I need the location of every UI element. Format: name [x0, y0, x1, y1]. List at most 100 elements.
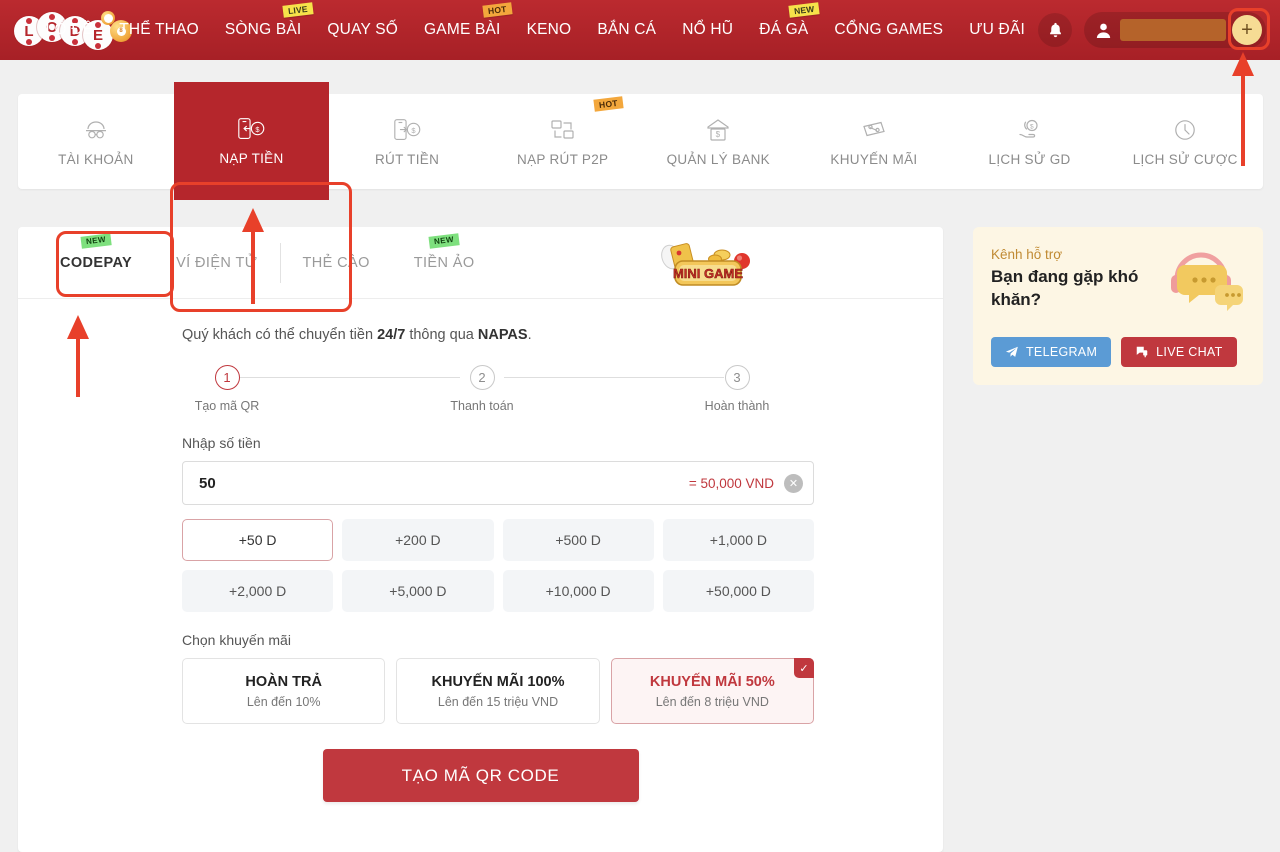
nav-label: ƯU ĐÃI	[969, 21, 1025, 38]
generate-qr-button[interactable]: TẠO MÃ QR CODE	[322, 749, 639, 802]
svg-text:$: $	[256, 125, 261, 134]
quick-amount-button[interactable]: +500 D	[502, 519, 654, 561]
nav-label: NỔ HŨ	[682, 21, 734, 38]
nav-item-no-hu[interactable]: NỔ HŨ	[669, 0, 746, 60]
livechat-icon	[1136, 346, 1148, 358]
nav-item-da-ga[interactable]: NEW ĐÁ GÀ	[746, 0, 821, 60]
nav-item-the-thao[interactable]: THỂ THAO	[106, 0, 212, 60]
telegram-label: TELEGRAM	[1026, 345, 1098, 359]
user-balance-pill[interactable]: +	[1084, 8, 1270, 50]
nav-label: ĐÁ GÀ	[759, 21, 809, 38]
tab-label: RÚT TIỀN	[374, 151, 440, 167]
promo-title: KHUYẾN MÃI 100%	[431, 673, 565, 690]
quick-amount-button[interactable]: +10,000 D	[502, 570, 654, 612]
bell-icon	[1049, 22, 1061, 38]
quick-amount-button[interactable]: +50 D	[182, 519, 334, 561]
deposit-method-tabs: NEW CODEPAY VÍ ĐIỆN TỬ THẺ CÀO NEW TIỀN …	[18, 227, 943, 299]
svg-text:$: $	[1030, 123, 1034, 130]
tab-lich-su-gd[interactable]: $ LỊCH SỬ GD	[952, 94, 1108, 189]
quick-amount-button[interactable]: +50,000 D	[662, 570, 814, 612]
step-3: 3 Hoàn thành	[692, 365, 782, 413]
promo-subtitle: Lên đến 10%	[246, 694, 321, 709]
clock-icon	[1173, 117, 1197, 143]
deposit-phone-icon: $	[236, 116, 266, 142]
napas-note-provider: NAPAS	[477, 327, 528, 343]
svg-text:$: $	[411, 125, 416, 134]
tab-rut-tien[interactable]: $ RÚT TIỀN	[329, 94, 485, 189]
tab-khuyen-mai[interactable]: KHUYẾN MÃI	[796, 94, 952, 189]
nav-item-keno[interactable]: KENO	[514, 0, 585, 60]
telegram-icon	[1005, 346, 1018, 357]
nav-item-quay-so[interactable]: QUAY SỐ	[314, 0, 411, 60]
quick-amount-button[interactable]: +200 D	[342, 519, 494, 561]
subtab-label: CODEPAY	[60, 254, 133, 271]
p2p-network-icon	[550, 117, 576, 143]
nav-label: THỂ THAO	[119, 21, 199, 38]
nav-item-uu-dai[interactable]: ƯU ĐÃI	[956, 0, 1038, 60]
amount-input-wrapper[interactable]: 50 = 50,000 VND ✕	[182, 461, 814, 505]
amount-input[interactable]: 50	[199, 475, 689, 492]
nav-label: BẮN CÁ	[597, 21, 657, 38]
step-connector-2	[504, 377, 724, 378]
promo-title: HOÀN TRẢ	[245, 673, 322, 690]
subtab-codepay[interactable]: NEW CODEPAY	[38, 227, 174, 299]
napas-note-suffix: .	[527, 327, 532, 343]
telegram-button[interactable]: TELEGRAM	[991, 337, 1112, 367]
tab-label: LỊCH SỬ GD	[988, 151, 1071, 167]
live-chat-button[interactable]: LIVE CHAT	[1121, 337, 1237, 367]
subtab-vi-dien-tu[interactable]: VÍ ĐIỆN TỬ	[154, 227, 279, 299]
napas-note: Quý khách có thể chuyển tiền 24/7 thông …	[182, 327, 943, 343]
subtab-label: VÍ ĐIỆN TỬ	[176, 254, 258, 271]
nav-item-song-bai[interactable]: LIVE SÒNG BÀI	[212, 0, 315, 60]
promo-option-100[interactable]: KHUYẾN MÃI 100% Lên đến 15 triệu VND	[396, 658, 600, 724]
subtab-the-cao[interactable]: THẺ CÀO	[281, 227, 392, 299]
main-menu: LÔ ĐỀ THỂ THAO LIVE SÒNG BÀI QUAY SỐ HOT…	[33, 0, 1038, 60]
nav-item-game-bai[interactable]: HOT GAME BÀI	[411, 0, 514, 60]
step-connector-1	[240, 377, 460, 378]
tab-label: LỊCH SỬ CƯỢC	[1132, 151, 1238, 167]
clear-amount-icon[interactable]: ✕	[784, 473, 803, 493]
promo-option-hoan-tra[interactable]: HOÀN TRẢ Lên đến 10%	[182, 658, 386, 724]
napas-note-prefix: Quý khách có thể chuyển tiền	[182, 327, 378, 343]
support-actions: TELEGRAM LIVE CHAT	[991, 337, 1237, 367]
step-2: 2 Thanh toán	[437, 365, 527, 413]
withdraw-phone-icon: $	[392, 117, 422, 143]
nav-label: CỔNG GAMES	[834, 21, 944, 38]
account-mask-icon	[83, 117, 109, 143]
nav-item-ban-ca[interactable]: BẮN CÁ	[584, 0, 669, 60]
quick-amount-button[interactable]: +1,000 D	[662, 519, 814, 561]
hot-badge: HOT	[593, 96, 624, 112]
nav-label: QUAY SỐ	[327, 21, 399, 38]
new-badge: NEW	[80, 232, 112, 248]
live-badge: LIVE	[282, 2, 314, 18]
add-funds-button[interactable]: +	[1232, 15, 1262, 45]
account-section-tabs: TÀI KHOẢN $ NẠP TIỀN $ RÚT TIỀN HOT NẠP …	[18, 82, 1263, 312]
amount-label: Nhập số tiền	[182, 435, 261, 451]
napas-note-hours: 24/7	[377, 327, 406, 343]
tab-nap-tien[interactable]: $ NẠP TIỀN	[173, 82, 330, 200]
quick-amount-button[interactable]: +5,000 D	[342, 570, 494, 612]
new-badge: NEW	[428, 232, 460, 248]
promo-subtitle: Lên đến 15 triệu VND	[437, 694, 559, 709]
subtab-tien-ao[interactable]: NEW TIỀN ẢO	[392, 227, 497, 299]
tab-tai-khoan[interactable]: TÀI KHOẢN	[18, 94, 174, 189]
tab-quan-ly-bank[interactable]: $ QUẢN LÝ BANK	[641, 94, 797, 189]
amount-conversion: = 50,000 VND	[688, 475, 774, 491]
deposit-form: Quý khách có thể chuyển tiền 24/7 thông …	[18, 299, 943, 802]
tab-nap-rut-p2p[interactable]: HOT NẠP RÚT P2P	[485, 94, 641, 189]
tab-label: TÀI KHOẢN	[58, 151, 134, 167]
quick-amount-button[interactable]: +2,000 D	[182, 570, 334, 612]
bank-house-icon: $	[706, 117, 730, 143]
tab-label: NẠP RÚT P2P	[517, 151, 609, 167]
nav-item-cong-games[interactable]: CỔNG GAMES	[821, 0, 956, 60]
tab-lich-su-cuoc[interactable]: LỊCH SỬ CƯỢC	[1107, 94, 1263, 189]
promo-option-50[interactable]: ✓ KHUYẾN MÃI 50% Lên đến 8 triệu VND	[610, 658, 814, 724]
site-logo[interactable]: L O D E 8	[0, 0, 132, 60]
new-badge: NEW	[788, 2, 821, 18]
promo-grid: HOÀN TRẢ Lên đến 10% KHUYẾN MÃI 100% Lên…	[182, 658, 814, 724]
nav-item-lo-de[interactable]: LÔ ĐỀ	[33, 0, 107, 60]
notification-bell-button[interactable]	[1038, 13, 1072, 47]
hand-coin-icon: $	[1017, 117, 1043, 143]
step-number: 2	[469, 365, 495, 390]
mini-game-banner[interactable]: MINI GAME	[649, 239, 767, 291]
